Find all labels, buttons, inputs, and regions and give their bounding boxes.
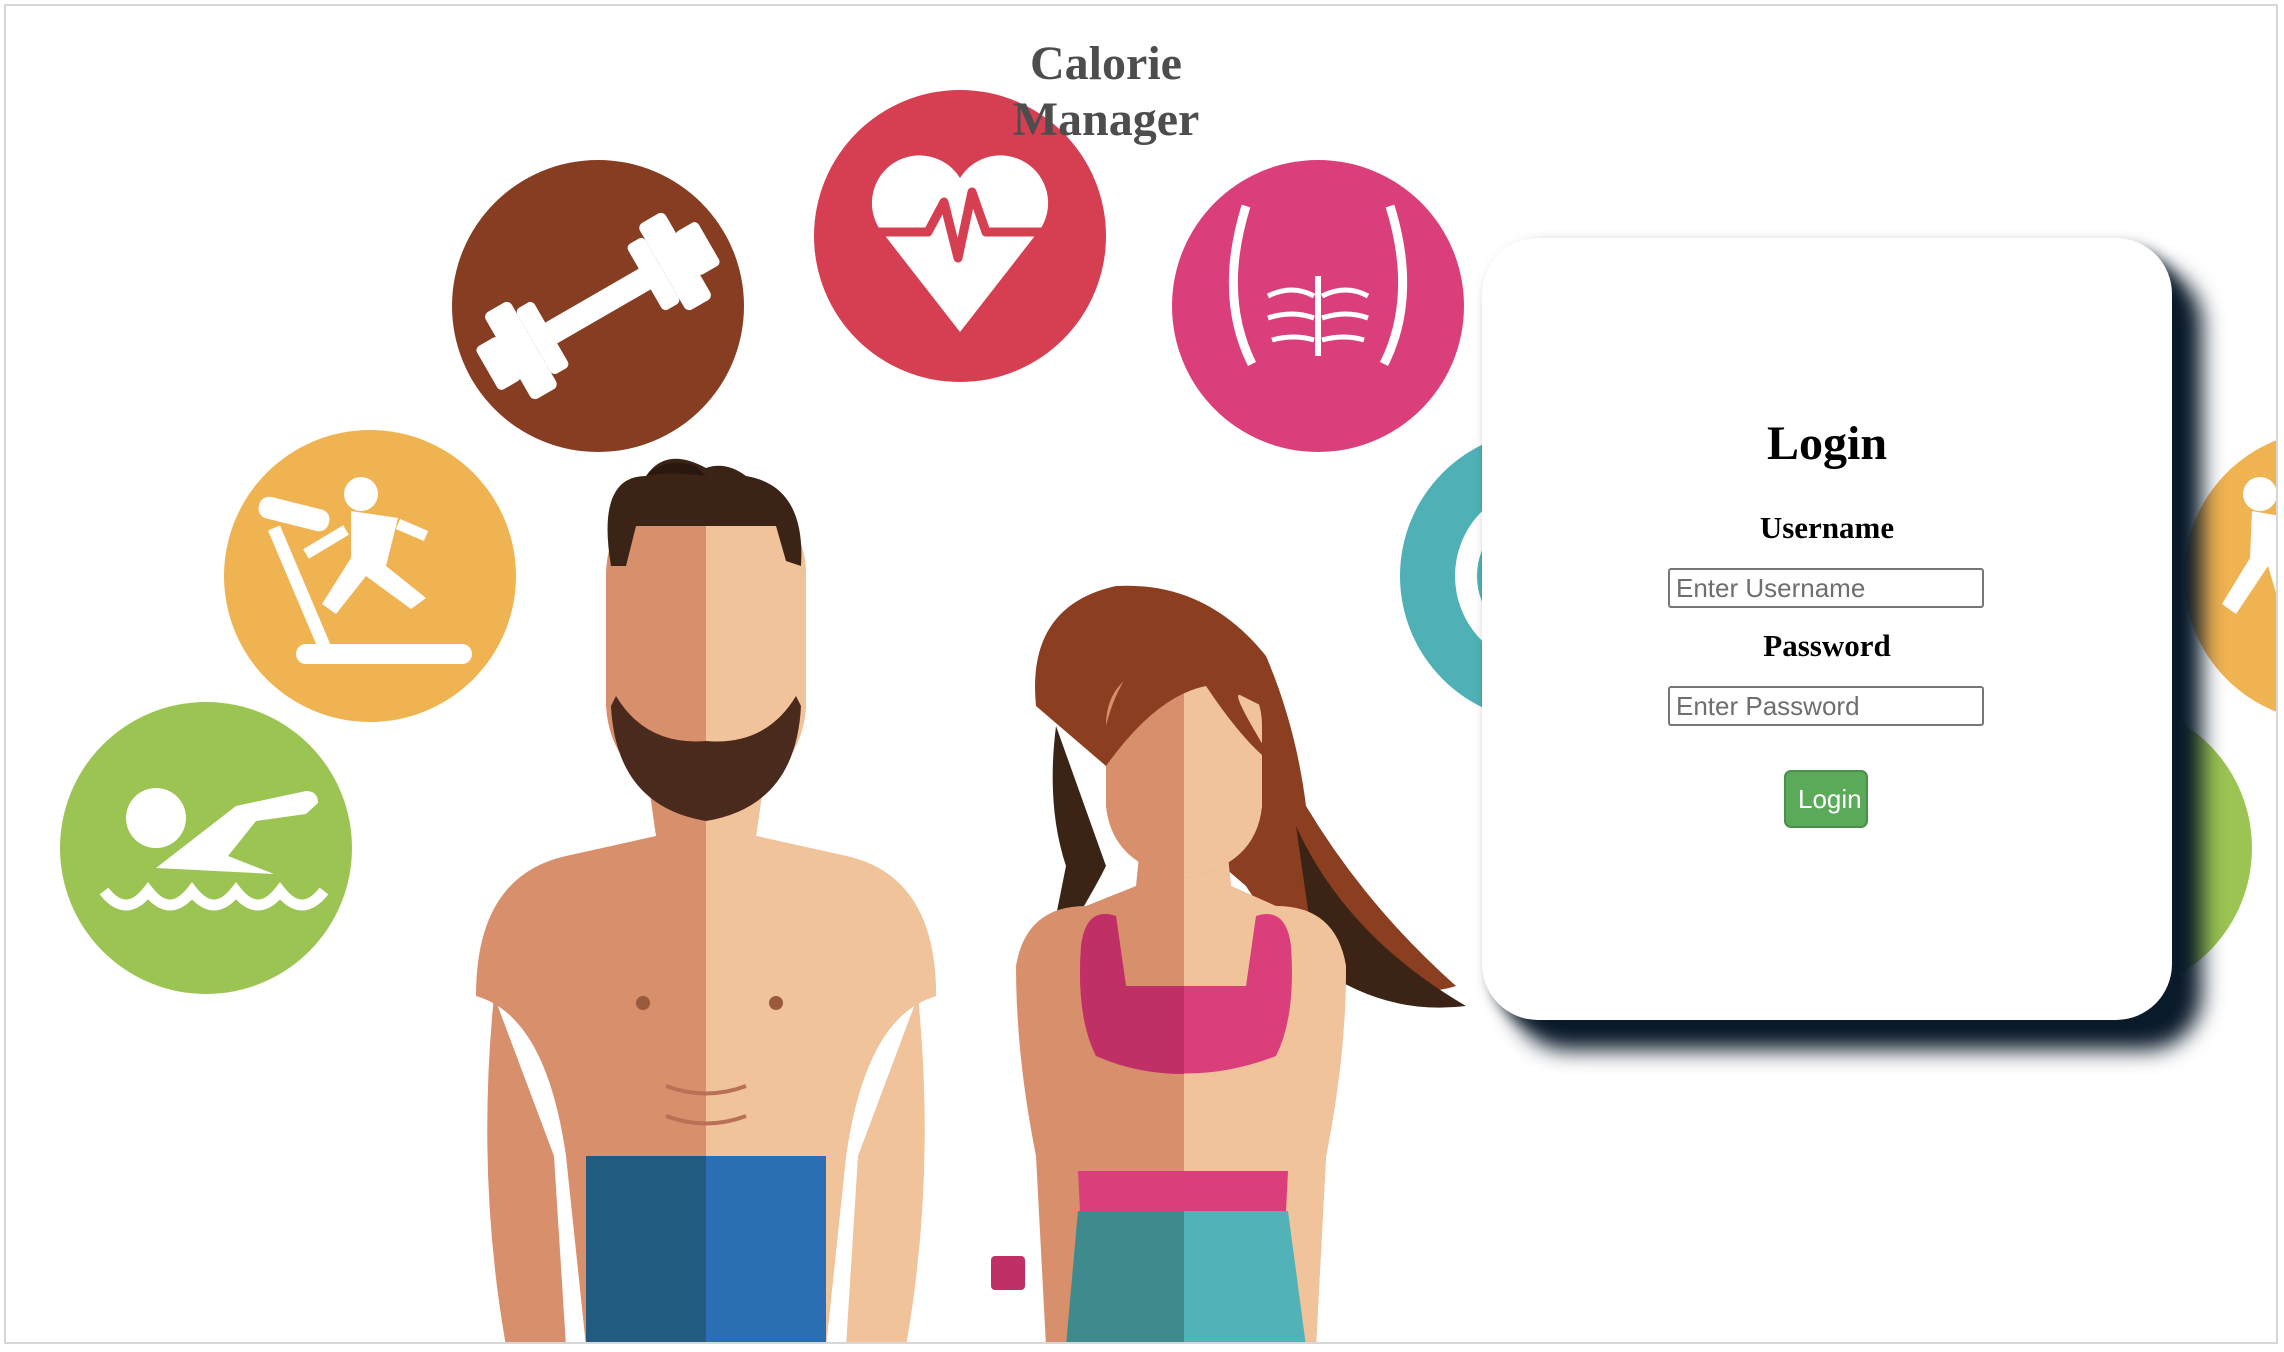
swimming-icon <box>60 702 352 994</box>
password-label: Password <box>1763 628 1891 663</box>
fitness-woman <box>991 585 1466 1342</box>
treadmill-icon <box>224 430 516 722</box>
login-button[interactable]: Login <box>1784 770 1868 828</box>
abs-icon <box>1172 160 1464 452</box>
login-heading: Login <box>1766 417 1888 470</box>
page-title: Calorie Manager <box>1012 37 1200 146</box>
fitness-man <box>476 458 936 1342</box>
username-label: Username <box>1759 510 1895 545</box>
username-input[interactable] <box>1668 568 1984 608</box>
login-card: Login Username Password Login <box>1482 238 2172 1020</box>
password-input[interactable] <box>1668 686 1984 726</box>
treadmill-icon-partial <box>2184 440 2276 712</box>
dumbbell-icon <box>452 160 744 452</box>
page-frame: Calorie Manager Login Username Password … <box>4 4 2278 1344</box>
